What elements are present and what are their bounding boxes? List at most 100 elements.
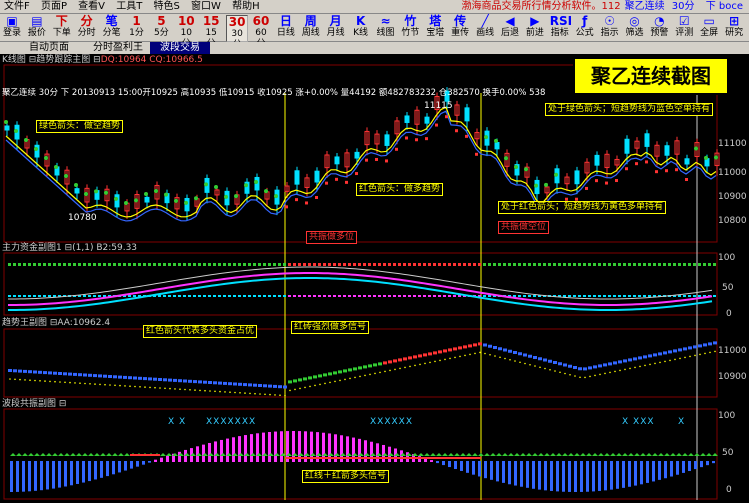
fund-dot-bottom	[583, 295, 586, 297]
toolbar-button-10[interactable]: 6060分	[251, 15, 271, 50]
red-arrow-dot	[585, 186, 588, 190]
fund-dot-top	[148, 263, 151, 266]
fund-dot-top	[453, 263, 456, 266]
tab-auto-page[interactable]: 自动页面	[14, 42, 84, 54]
red-arrow-dot	[425, 137, 428, 141]
red-arrow-dot	[435, 123, 438, 127]
toolbar-button-20[interactable]: ◀ 后退	[500, 15, 520, 40]
toolbar-label-6: 5分	[154, 28, 169, 38]
toolbar-button-0[interactable]: ▣ 登录	[2, 15, 22, 40]
toolbar-button-2[interactable]: 下下单	[52, 15, 72, 40]
trend-block	[608, 362, 612, 366]
toolbar-button-19[interactable]: ╱ 画线	[475, 15, 495, 40]
toolbar-button-18[interactable]: 传重传	[450, 15, 470, 40]
toolbar-label-25: 筛选	[625, 28, 644, 38]
toolbar-button-17[interactable]: 塔宝塔	[425, 15, 445, 40]
toolbar-button-25[interactable]: ◎ 筛选	[625, 15, 645, 40]
fund-dot-top	[118, 263, 121, 266]
menu-window[interactable]: 窗口W	[187, 0, 225, 13]
trend-block	[258, 384, 262, 387]
trend-dot	[394, 368, 396, 371]
menu-features[interactable]: 特色S	[150, 0, 184, 13]
trend-block	[483, 343, 487, 347]
trend-dot	[539, 366, 541, 369]
toolbar-button-9[interactable]: 3030分	[226, 15, 249, 50]
fund-dot-top	[683, 263, 686, 266]
menu-file[interactable]: 文件F	[0, 0, 34, 13]
wave-bar	[592, 461, 595, 492]
chart-area[interactable]: K线图 ⊟趋势跟踪主图 ⊟DQ:10964 CQ:10966.5 聚乙连续 30…	[0, 55, 749, 500]
toolbar-button-27[interactable]: ☑ 评测	[674, 15, 694, 40]
trend-block	[713, 341, 717, 345]
toolbar-button-28[interactable]: ▭ 全屏	[699, 15, 719, 40]
menu-view[interactable]: 查看V	[74, 0, 109, 13]
wave-bar	[208, 442, 211, 462]
tab-band-trading[interactable]: 波段交易	[150, 42, 210, 54]
toolbar-button-4[interactable]: 笔分笔	[102, 15, 122, 40]
green-arrow-dot	[694, 146, 698, 151]
toolbar-button-24[interactable]: ☉ 指示	[600, 15, 620, 40]
trend-block	[468, 344, 472, 348]
fund-dot-bottom	[448, 295, 451, 297]
toolbar-button-26[interactable]: ◔ 预警	[649, 15, 669, 40]
toolbar-button-13[interactable]: 月月线	[326, 15, 346, 40]
toolbar-button-3[interactable]: 分分时	[77, 15, 97, 40]
toolbar-button-6[interactable]: 5 5分	[151, 15, 171, 40]
trend-dot	[24, 379, 26, 381]
candle-body	[34, 144, 40, 158]
tab-profit-king[interactable]: 分时盈利王	[78, 42, 158, 54]
toolbar-button-21[interactable]: ▶ 前进	[525, 15, 545, 40]
toolbar-label-13: 月线	[326, 28, 345, 38]
toolbar-label-0: 登录	[2, 28, 21, 38]
toolbar-button-16[interactable]: 竹竹节	[400, 15, 420, 40]
trend-dot	[99, 383, 101, 386]
green-arrow-dot	[54, 165, 58, 169]
menu-help[interactable]: 帮助H	[228, 0, 264, 13]
trend-block	[48, 371, 52, 375]
toolbar-button-7[interactable]: 1010分	[176, 14, 196, 50]
trend-dot	[549, 368, 551, 371]
annotation-red-brick: 红砖强烈做多信号	[291, 321, 370, 334]
wave-bar	[34, 461, 37, 491]
toolbar-button-22[interactable]: RSI 指标	[550, 15, 572, 40]
fund-dot-top	[68, 263, 71, 266]
wave-axis-0: 0	[726, 485, 732, 495]
fund-dot-top	[183, 263, 186, 266]
toolbar-button-5[interactable]: 1 1分	[127, 15, 147, 40]
fund-dot-bottom	[303, 295, 306, 297]
wave-bar	[604, 461, 607, 491]
wave-arrow	[424, 453, 430, 456]
trend-dot	[619, 369, 621, 372]
toolbar-icon-7: 10	[177, 14, 195, 28]
toolbar-button-15[interactable]: ≈ 线图	[376, 15, 396, 40]
menu-tools[interactable]: 工具T	[112, 0, 146, 13]
fund-dot-bottom	[208, 295, 211, 297]
toolbar-button-14[interactable]: K K线	[351, 15, 371, 40]
fund-dot-top	[678, 263, 681, 266]
fund-dot-top	[178, 263, 181, 266]
trend-dot	[219, 390, 221, 393]
window-title: 渤海商品交易所行情分析软件。112 聚乙连续 30分 下 boce	[458, 0, 748, 13]
green-arrow-dot	[144, 192, 148, 197]
toolbar-button-1[interactable]: ▤ 报价	[27, 15, 47, 40]
fund-dot-top	[603, 263, 606, 266]
trend-dot	[234, 391, 236, 394]
menu-page[interactable]: 页面P	[37, 0, 71, 13]
trend-block	[473, 343, 477, 347]
toolbar-button-11[interactable]: 日日线	[276, 15, 296, 40]
toolbar-button-8[interactable]: 1515分	[201, 15, 221, 50]
trend-dot	[344, 378, 346, 381]
trend-dot	[389, 369, 391, 372]
toolbar-button-29[interactable]: ⊞ 研究	[724, 15, 744, 40]
fund-dot-top	[468, 263, 471, 266]
wave-arrow	[46, 453, 52, 456]
trend-dot	[579, 376, 581, 379]
fund-dot-bottom	[393, 295, 396, 297]
wave-bar	[58, 461, 61, 488]
trend-block	[318, 374, 322, 378]
toolbar-button-23[interactable]: ƒ 公式	[575, 15, 595, 40]
toolbar-button-12[interactable]: 周周线	[301, 15, 321, 40]
price-axis-3: 10900	[718, 192, 747, 202]
wave-bar	[214, 441, 217, 462]
trend-block	[253, 383, 257, 387]
